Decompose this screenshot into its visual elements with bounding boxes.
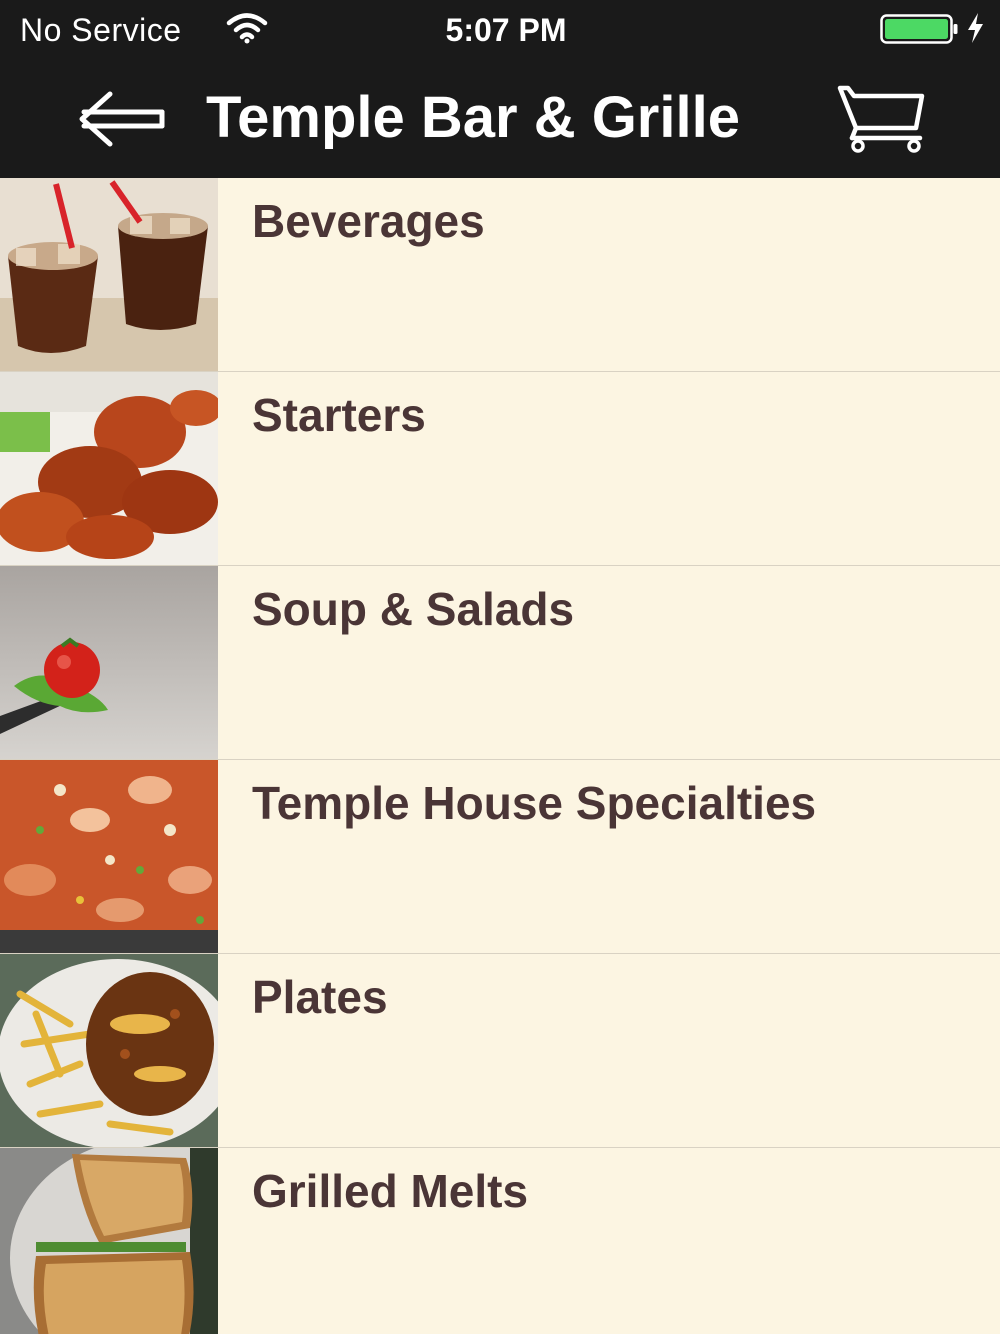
- menu-row-starters[interactable]: Starters: [0, 372, 1000, 567]
- battery-icon: [880, 14, 958, 44]
- category-label: Temple House Specialties: [252, 777, 817, 829]
- menu-row-beverages[interactable]: Beverages: [0, 178, 1000, 373]
- status-time: 5:07 PM: [445, 12, 567, 48]
- jambalaya-image: [0, 760, 218, 953]
- buffalo-wings-image: [0, 372, 218, 565]
- tomato-fork-image: [0, 566, 218, 759]
- page-title: Temple Bar & Grille: [206, 85, 740, 150]
- beverages-thumbnail: [0, 178, 218, 371]
- back-arrow-icon: [79, 91, 165, 147]
- back-button[interactable]: [70, 86, 170, 152]
- shopping-cart-icon: [837, 85, 925, 153]
- menu-row-grilled-melts[interactable]: Grilled Melts: [0, 1148, 1000, 1334]
- category-label: Beverages: [252, 195, 485, 247]
- category-label: Plates: [252, 971, 388, 1023]
- soup-salads-thumbnail: [0, 566, 218, 759]
- iced-cola-drinks-image: [0, 178, 218, 371]
- menu-row-temple-house-specialties[interactable]: Temple House Specialties: [0, 760, 1000, 955]
- starters-thumbnail: [0, 372, 218, 565]
- navigation-bar: Temple Bar & Grille: [0, 60, 1000, 178]
- menu-category-list: Beverages Starters Soup & Salads Temple …: [0, 178, 1000, 1334]
- temple-house-specialties-thumbnail: [0, 760, 218, 953]
- category-label: Grilled Melts: [252, 1165, 529, 1217]
- grilled-melts-thumbnail: [0, 1148, 218, 1334]
- menu-row-plates[interactable]: Plates: [0, 954, 1000, 1149]
- plates-thumbnail: [0, 954, 218, 1147]
- category-label: Soup & Salads: [252, 583, 575, 635]
- grilled-toast-image: [0, 1148, 218, 1334]
- charging-bolt-icon: [968, 13, 983, 43]
- chili-cheese-fries-image: [0, 954, 218, 1147]
- cart-button[interactable]: [836, 84, 932, 154]
- category-label: Starters: [252, 389, 426, 441]
- status-bar: No Service 5:07 PM: [0, 0, 1000, 60]
- menu-row-soup-salads[interactable]: Soup & Salads: [0, 566, 1000, 761]
